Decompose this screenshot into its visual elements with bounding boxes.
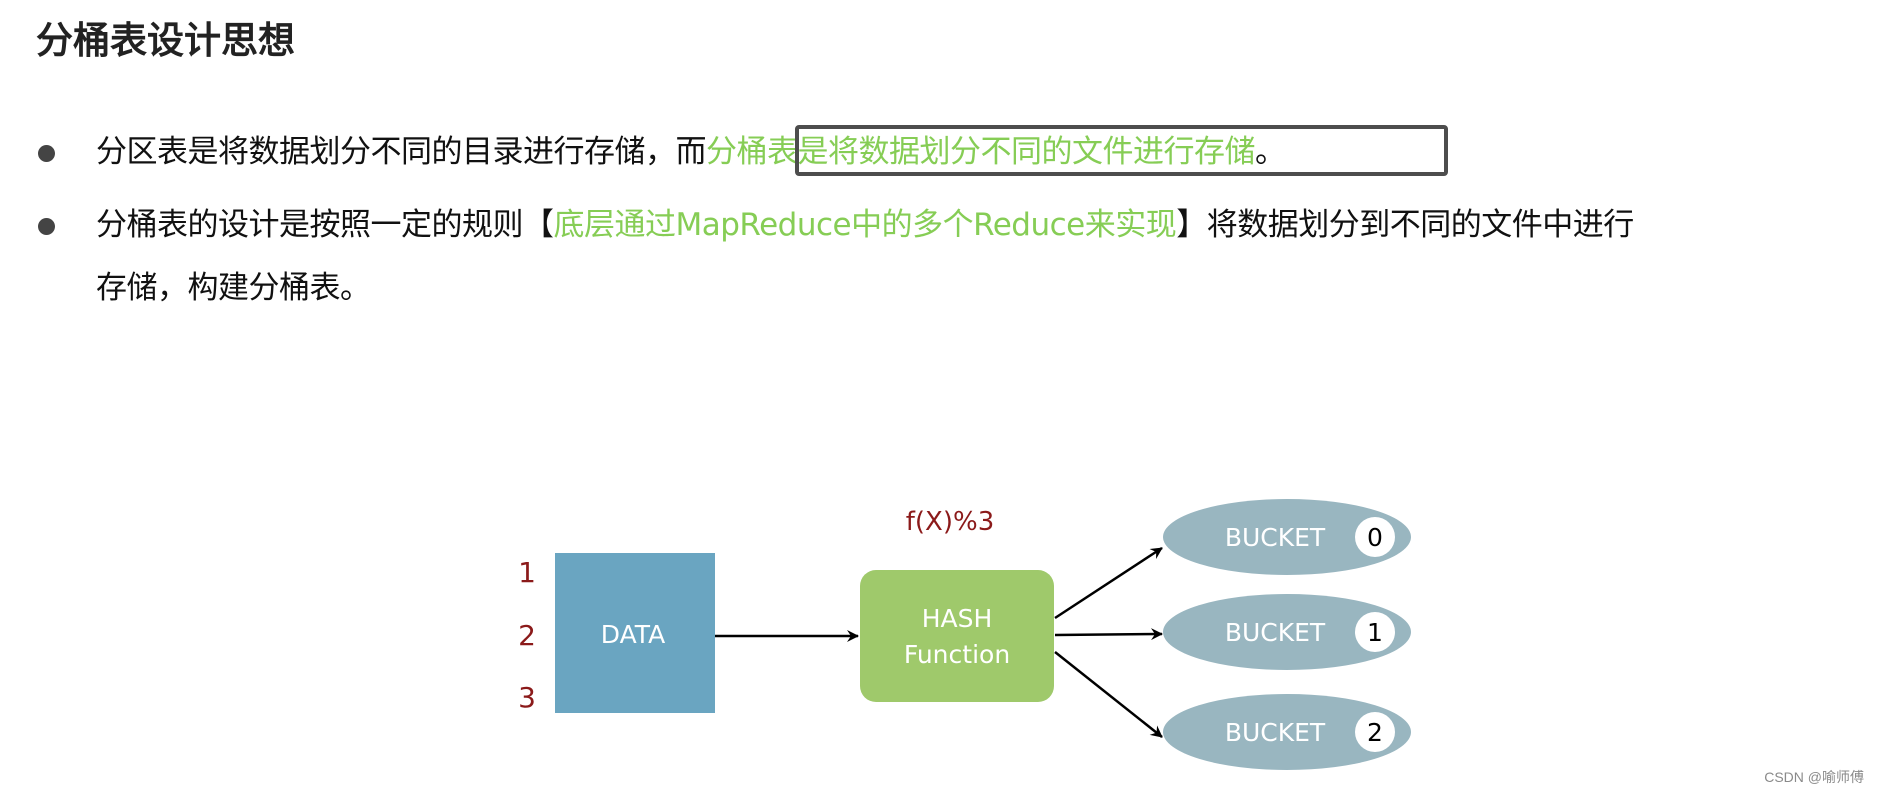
- bucket-label: BUCKET: [1225, 618, 1326, 647]
- data-label: DATA: [601, 620, 665, 649]
- arrow-to-bucket-0: [1054, 546, 1163, 620]
- bucket-1: BUCKET 1: [1163, 594, 1411, 670]
- bucket-number: 0: [1367, 523, 1383, 552]
- row-label-3: 3: [518, 681, 536, 714]
- hash-label-line1: HASH: [922, 604, 993, 633]
- row-label-1: 1: [518, 556, 536, 589]
- arrow-to-bucket-1: [1054, 628, 1163, 641]
- watermark: CSDN @喻师傅: [1764, 769, 1864, 785]
- bucket-number: 2: [1367, 718, 1383, 747]
- bucket-number: 1: [1367, 618, 1383, 647]
- hash-function-box: [860, 570, 1054, 702]
- hash-formula: f(X)%3: [906, 507, 995, 537]
- bucket-diagram: 1 2 3 DATA f(X)%3 HASH Function BUCKET 0…: [518, 499, 1411, 770]
- hash-label-line2: Function: [904, 640, 1010, 669]
- bucket-label: BUCKET: [1225, 718, 1326, 747]
- row-label-2: 2: [518, 619, 536, 652]
- arrow-to-bucket-2: [1054, 651, 1163, 738]
- bucket-2: BUCKET 2: [1163, 694, 1411, 770]
- bucket-0: BUCKET 0: [1163, 499, 1411, 575]
- bucket-label: BUCKET: [1225, 523, 1326, 552]
